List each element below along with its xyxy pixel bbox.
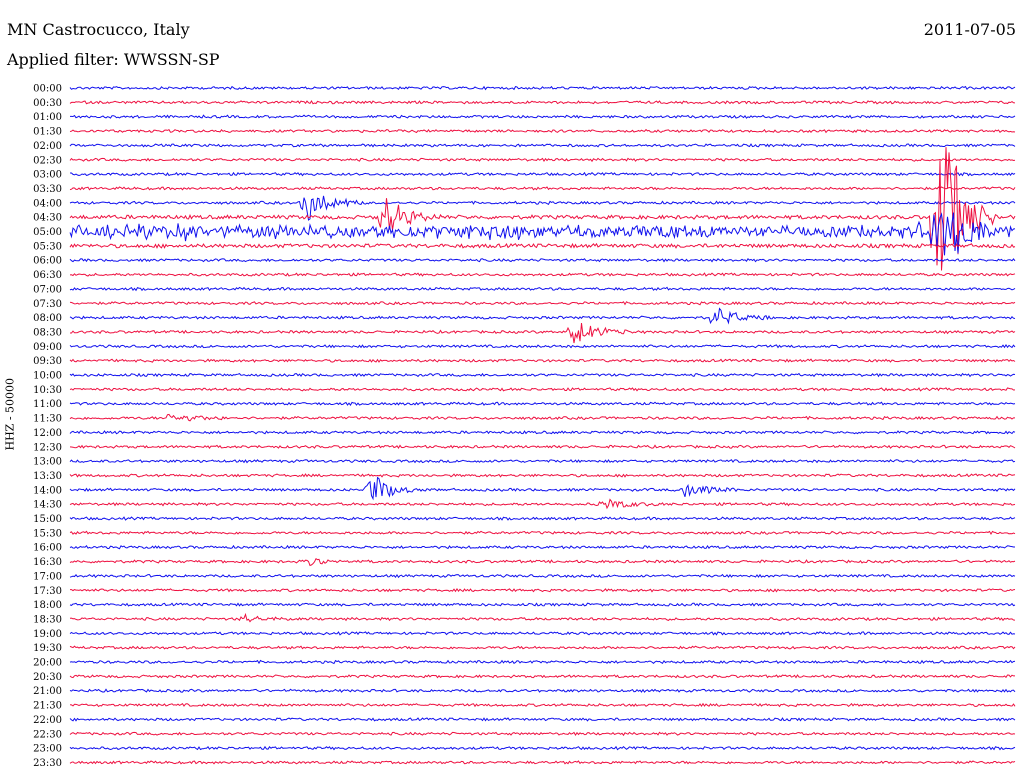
time-tick-label: 16:30 (33, 557, 62, 568)
time-tick-label: 04:00 (33, 198, 62, 209)
trace-row (69, 186, 1016, 191)
time-tick-label: 11:00 (33, 399, 62, 410)
trace-row (69, 731, 1016, 737)
time-tick-label: 22:30 (33, 729, 62, 740)
time-tick-label: 23:30 (33, 758, 62, 769)
trace-row (69, 516, 1016, 521)
time-tick-label: 20:00 (33, 658, 62, 669)
time-tick-label: 14:00 (33, 485, 62, 496)
trace-row (69, 745, 1016, 751)
trace-row (69, 674, 1015, 679)
time-tick-label: 00:30 (33, 98, 62, 109)
trace-row (69, 473, 1016, 478)
trace-row (69, 147, 1016, 271)
time-tick-label: 07:00 (33, 284, 62, 295)
trace-row (69, 85, 1016, 91)
trace-row (69, 286, 1016, 292)
time-tick-label: 09:30 (33, 356, 62, 367)
trace-row (69, 602, 1016, 607)
trace-row (69, 372, 1016, 378)
trace-row (69, 157, 1016, 163)
trace-row (69, 760, 1016, 765)
trace-row (69, 645, 1016, 650)
trace-row (69, 631, 1016, 636)
trace-row (69, 659, 1016, 665)
trace-row (69, 212, 1016, 256)
time-tick-label: 01:30 (33, 127, 62, 138)
time-tick-label: 00:00 (33, 84, 62, 95)
time-tick-label: 05:30 (33, 241, 62, 252)
trace-row (69, 143, 1016, 148)
trace-row (69, 307, 1016, 325)
trace-row (69, 343, 1016, 349)
time-tick-label: 13:00 (33, 457, 62, 468)
time-tick-label: 08:00 (33, 313, 62, 324)
time-tick-label: 15:00 (33, 514, 62, 525)
time-tick-label: 11:30 (33, 414, 62, 425)
time-tick-label: 21:30 (33, 701, 62, 712)
trace-row (69, 401, 1016, 406)
time-tick-label: 21:00 (33, 686, 62, 697)
trace-row (70, 587, 1016, 593)
time-tick-label: 04:30 (33, 213, 62, 224)
time-tick-label: 10:30 (33, 385, 62, 396)
trace-row (69, 544, 1015, 550)
time-tick-label: 18:30 (33, 614, 62, 625)
trace-row (69, 702, 1016, 708)
trace-row (69, 530, 1016, 536)
trace-row (69, 573, 1016, 579)
time-tick-labels: 00:00 00:30 01:00 01:30 02:00 02:30 03:00 03:30… (33, 84, 62, 769)
time-tick-label: 02:30 (33, 155, 62, 166)
trace-row (69, 272, 1016, 277)
time-tick-label: 18:00 (33, 600, 62, 611)
time-tick-label: 16:00 (33, 543, 62, 554)
time-tick-label: 09:00 (33, 342, 62, 353)
trace-row (69, 242, 1016, 249)
trace-row (70, 114, 1016, 119)
time-tick-label: 02:00 (33, 141, 62, 152)
time-tick-label: 20:30 (33, 672, 62, 683)
time-tick-label: 03:00 (33, 170, 62, 181)
trace-row (69, 358, 1016, 363)
time-tick-label: 17:30 (33, 586, 62, 597)
trace-row (69, 258, 1016, 263)
time-tick-label: 14:30 (33, 500, 62, 511)
trace-row (70, 322, 1016, 344)
time-tick-label: 05:00 (33, 227, 62, 238)
time-tick-label: 12:30 (33, 442, 62, 453)
time-tick-label: 03:30 (33, 184, 62, 195)
trace-row (69, 557, 1016, 567)
time-tick-label: 19:30 (33, 643, 62, 654)
trace-row (69, 717, 1016, 722)
trace-row (69, 300, 1016, 306)
trace-row (69, 387, 1016, 392)
helicorder-plot: 00:00 00:30 01:00 01:30 02:00 02:30 03:00 03:30… (33, 84, 1016, 769)
trace-row (70, 171, 1016, 177)
seismic-traces (69, 85, 1016, 765)
time-tick-label: 15:30 (33, 528, 62, 539)
time-tick-label: 17:00 (33, 571, 62, 582)
time-tick-label: 19:00 (33, 629, 62, 640)
trace-row (69, 498, 1016, 510)
trace-row (69, 444, 1016, 449)
trace-row (69, 430, 1016, 435)
time-tick-label: 23:00 (33, 744, 62, 755)
time-tick-label: 13:30 (33, 471, 62, 482)
time-tick-label: 12:00 (33, 428, 62, 439)
trace-row (69, 688, 1016, 693)
time-tick-label: 06:30 (33, 270, 62, 281)
trace-row (69, 128, 1016, 134)
time-tick-label: 01:00 (33, 112, 62, 123)
trace-row (69, 612, 1016, 623)
time-tick-label: 08:30 (33, 327, 62, 338)
time-tick-label: 06:00 (33, 256, 62, 267)
trace-row (69, 459, 1016, 464)
time-tick-label: 22:00 (33, 715, 62, 726)
trace-row (69, 413, 1015, 422)
trace-row (69, 476, 1016, 501)
time-tick-label: 07:30 (33, 299, 62, 310)
time-tick-label: 10:00 (33, 371, 62, 382)
trace-row (69, 100, 1016, 105)
